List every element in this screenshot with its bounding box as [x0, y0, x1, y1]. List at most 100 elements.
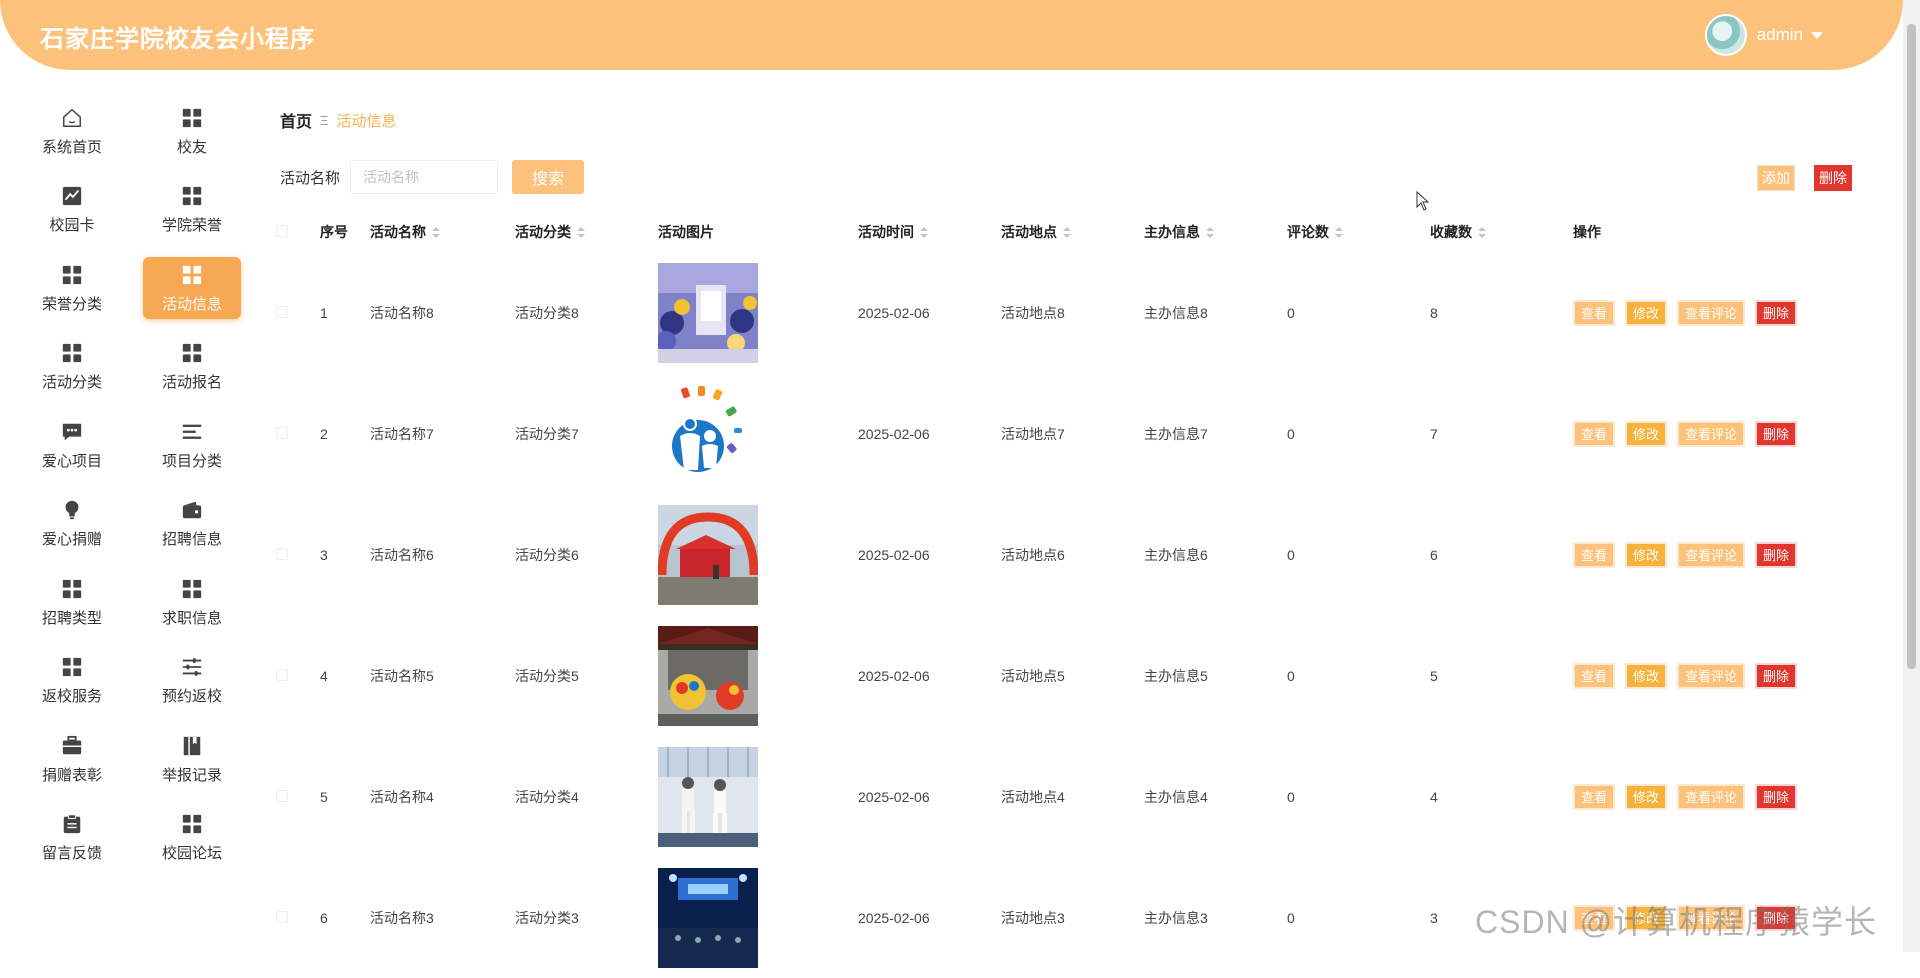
row-checkbox[interactable] [276, 668, 288, 681]
row-checkbox[interactable] [276, 426, 288, 439]
sort-icon[interactable] [920, 227, 928, 239]
col-comments[interactable]: 评论数 [1287, 212, 1430, 252]
col-favorites[interactable]: 收藏数 [1430, 212, 1573, 252]
cell-organizer: 主办信息5 [1144, 667, 1208, 684]
delete-button[interactable]: 删除 [1755, 420, 1798, 447]
view-button[interactable]: 查看 [1573, 299, 1616, 326]
sidebar-item-label: 爱心项目 [41, 452, 102, 470]
view-button[interactable]: 查看 [1573, 541, 1616, 568]
sidebar-item-19[interactable]: 校园论坛 [143, 807, 241, 869]
view-comments-button[interactable]: 查看评论 [1677, 783, 1746, 810]
cell-place: 活动地点7 [1001, 425, 1065, 442]
sidebar-item-5[interactable]: 活动信息 [143, 257, 241, 319]
sidebar-item-4[interactable]: 荣誉分类 [23, 257, 121, 319]
search-input[interactable] [350, 160, 499, 194]
sort-icon[interactable] [1335, 227, 1343, 239]
sidebar-item-3[interactable]: 学院荣誉 [143, 179, 241, 241]
view-comments-button[interactable]: 查看评论 [1677, 299, 1746, 326]
table-row[interactable]: 4 活动名称5 活动分类5 2025-02-06 活动地点5 主办信息5 0 5 查看 修改 … [276, 615, 1833, 736]
sort-icon[interactable] [432, 227, 440, 239]
grid-icon [180, 184, 204, 208]
sidebar-item-label: 预约返校 [161, 688, 222, 705]
table-row[interactable]: 3 活动名称6 活动分类6 2025-02-06 活动地点6 主办信息6 0 6 查看 修改 … [276, 494, 1833, 615]
sort-icon[interactable] [1063, 227, 1071, 239]
sort-icon[interactable] [577, 227, 585, 239]
sidebar-item-10[interactable]: 爱心捐赠 [23, 493, 121, 555]
sidebar-item-11[interactable]: 招聘信息 [143, 493, 241, 555]
delete-button[interactable]: 删除 [1755, 662, 1798, 689]
sidebar-item-18[interactable]: 留言反馈 [23, 807, 121, 869]
sidebar-item-12[interactable]: 招聘类型 [23, 571, 121, 633]
activity-image[interactable] [658, 746, 858, 847]
col-index: 序号 [320, 224, 348, 240]
cell-place: 活动地点8 [1001, 304, 1065, 321]
sidebar-item-1[interactable]: 校友 [143, 100, 241, 162]
view-comments-button[interactable]: 查看评论 [1677, 420, 1746, 447]
sort-icon[interactable] [1478, 227, 1486, 239]
view-button[interactable]: 查看 [1573, 783, 1616, 810]
sidebar-item-7[interactable]: 活动报名 [143, 336, 241, 398]
view-button[interactable]: 查看 [1573, 662, 1616, 689]
watermark: CSDN @计算机程序猿学长 [1475, 904, 1878, 940]
edit-button[interactable]: 修改 [1625, 420, 1668, 447]
sidebar-item-0[interactable]: 系统首页 [23, 100, 121, 162]
delete-button[interactable]: 删除 [1755, 299, 1798, 326]
edit-button[interactable]: 修改 [1625, 783, 1668, 810]
sidebar-item-15[interactable]: 预约返校 [143, 650, 241, 712]
home-icon [60, 106, 84, 130]
sidebar-item-8[interactable]: 爱心项目 [23, 414, 121, 476]
col-category[interactable]: 活动分类 [515, 212, 658, 252]
cell-favorites: 4 [1430, 788, 1438, 805]
edit-button[interactable]: 修改 [1625, 299, 1668, 326]
delete-button[interactable]: 删除 [1755, 541, 1798, 568]
col-time[interactable]: 活动时间 [858, 212, 1001, 252]
col-place[interactable]: 活动地点 [1001, 212, 1144, 252]
edit-button[interactable]: 修改 [1625, 541, 1668, 568]
sidebar-item-14[interactable]: 返校服务 [23, 650, 121, 712]
sidebar-item-6[interactable]: 活动分类 [23, 336, 121, 398]
sidebar-item-16[interactable]: 捐赠表彰 [23, 728, 121, 790]
sidebar-item-17[interactable]: 举报记录 [143, 728, 241, 790]
vertical-scrollbar[interactable] [1903, 0, 1920, 952]
username[interactable]: admin [1757, 25, 1803, 45]
col-time-label: 活动时间 [858, 224, 914, 240]
view-comments-button[interactable]: 查看评论 [1677, 541, 1746, 568]
cell-name: 活动名称6 [370, 546, 434, 563]
user-menu[interactable]: admin [1704, 14, 1823, 56]
col-name[interactable]: 活动名称 [370, 212, 515, 252]
row-checkbox[interactable] [276, 910, 288, 923]
sort-icon[interactable] [1206, 227, 1214, 239]
sidebar-item-13[interactable]: 求职信息 [143, 571, 241, 633]
row-select-cell [276, 252, 320, 373]
activity-image[interactable] [658, 625, 858, 726]
mouse-cursor-icon [1416, 191, 1430, 211]
add-button[interactable]: 添加 [1757, 165, 1795, 191]
sidebar-item-2[interactable]: 校园卡 [23, 179, 121, 241]
activity-image[interactable] [658, 383, 858, 484]
cell-index: 2 [320, 425, 328, 442]
view-button[interactable]: 查看 [1573, 420, 1616, 447]
delete-button[interactable]: 删除 [1755, 783, 1798, 810]
table-row[interactable]: 1 活动名称8 活动分类8 2025-02-06 活动地点8 主办信息8 0 8 查看 修改 … [276, 252, 1833, 373]
chevron-down-icon[interactable] [1811, 31, 1823, 39]
sidebar-item-9[interactable]: 项目分类 [143, 414, 241, 476]
view-comments-button[interactable]: 查看评论 [1677, 662, 1746, 689]
activity-image[interactable] [658, 867, 858, 968]
cell-comments: 0 [1287, 304, 1295, 321]
grid-icon [180, 106, 204, 130]
avatar[interactable] [1704, 14, 1747, 56]
col-organizer[interactable]: 主办信息 [1144, 212, 1287, 252]
edit-button[interactable]: 修改 [1625, 662, 1668, 689]
activity-image[interactable] [658, 262, 858, 363]
breadcrumb-home[interactable]: 首页 [280, 108, 312, 132]
table-row[interactable]: 5 活动名称4 活动分类4 2025-02-06 活动地点4 主办信息4 0 4 查看 修改 … [276, 736, 1833, 857]
table-row[interactable]: 2 活动名称7 活动分类7 2025-02-06 活动地点7 主办信息7 0 7 查看 修改 … [276, 373, 1833, 494]
row-checkbox[interactable] [276, 547, 288, 560]
row-checkbox[interactable] [276, 305, 288, 318]
row-checkbox[interactable] [276, 789, 288, 802]
activity-image[interactable] [658, 504, 858, 605]
select-all-checkbox[interactable] [276, 225, 288, 237]
search-button[interactable]: 搜索 [512, 160, 585, 194]
batch-delete-button[interactable]: 删除 [1814, 165, 1852, 191]
scrollbar-thumb[interactable] [1907, 24, 1916, 669]
